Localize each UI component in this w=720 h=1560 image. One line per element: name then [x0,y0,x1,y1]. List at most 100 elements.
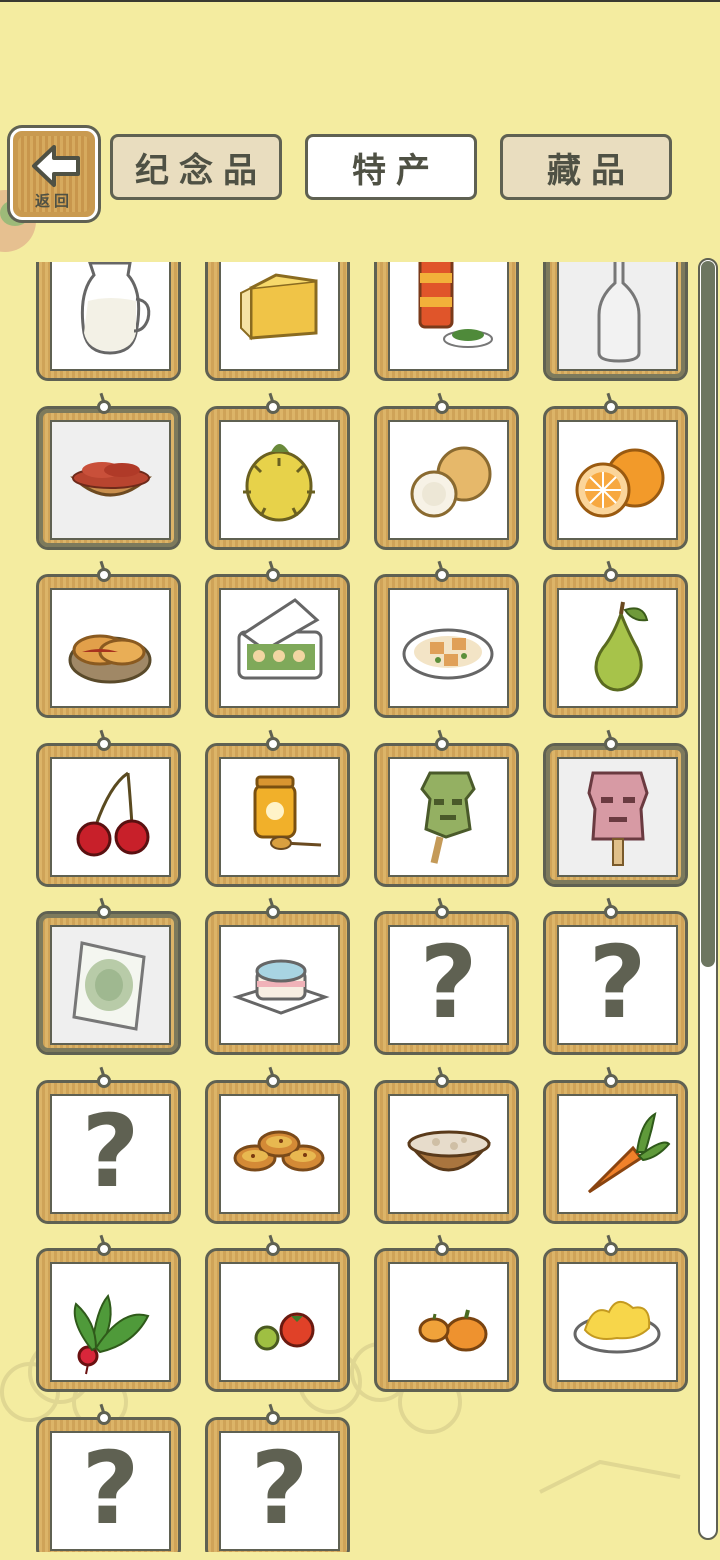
item-card[interactable] [36,737,181,887]
item-card[interactable] [205,262,350,381]
item-card[interactable] [543,1074,688,1224]
item-card[interactable] [36,568,181,718]
back-arrow-icon [32,145,80,187]
item-card-pane [388,588,509,708]
cheese-icon [240,273,318,341]
item-card[interactable] [205,905,350,1055]
pastry-plate-icon [68,634,152,684]
hanging-hook [97,400,111,414]
item-card[interactable] [543,262,688,381]
item-card[interactable] [374,568,519,718]
bento-box-icon [237,598,323,680]
question-mark-icon: ? [588,925,647,1041]
hanging-hook [604,400,618,414]
cherries-icon [76,771,150,857]
item-card-pane [388,1262,509,1382]
hanging-hook [97,568,111,582]
item-card[interactable] [374,1242,519,1392]
item-card[interactable]: ? [36,1074,181,1224]
milk-pitcher-icon [80,262,151,355]
goji-berries-bowl-icon [70,462,152,497]
question-mark-icon: ? [81,1094,140,1210]
hanging-hook [266,737,280,751]
item-card-pane [219,757,340,877]
item-card[interactable]: ? [205,1411,350,1552]
hanging-hook [604,737,618,751]
tofu-dish-icon [402,628,494,680]
hanging-hook [266,1411,280,1425]
item-card-pane [219,1262,340,1382]
scrollbar-thumb[interactable] [701,261,715,967]
porridge-bowl-icon [407,1130,492,1172]
cake-icon [232,959,330,1015]
item-card[interactable] [36,905,181,1055]
question-mark-icon: ? [250,1431,309,1547]
item-card[interactable] [374,1074,519,1224]
item-card[interactable] [205,400,350,550]
item-card[interactable] [543,568,688,718]
item-card-pane: ? [50,1431,171,1551]
item-card[interactable] [374,262,519,381]
tab-specialties[interactable]: 特产 [305,134,477,200]
orange-icon [575,448,665,518]
item-grid[interactable]: ????? [0,262,700,1552]
back-button-label: 返回 [34,192,73,210]
scrollbar-track[interactable] [698,258,718,1540]
hanging-hook [266,400,280,414]
item-card-pane [50,420,171,540]
item-card[interactable] [374,400,519,550]
top-edge [0,0,720,2]
item-card[interactable] [543,400,688,550]
back-button[interactable]: 返回 [10,128,98,220]
tab-label: 纪念品 [135,150,267,191]
item-card-pane: ? [219,1431,340,1551]
item-card[interactable] [543,737,688,887]
item-card-pane [388,262,509,371]
item-card[interactable]: ? [36,1411,181,1552]
hanging-hook [604,1074,618,1088]
item-card-pane [557,262,678,371]
item-card[interactable] [36,400,181,550]
hanging-hook [435,737,449,751]
item-card-pane: ? [388,925,509,1045]
melon-icon [410,446,492,518]
hanging-hook [97,905,111,919]
tea-canister-icon [418,262,493,348]
tab-souvenirs[interactable]: 纪念品 [110,134,282,200]
item-card-pane [557,757,678,877]
tab-label: 藏品 [547,150,635,191]
tab-collectibles[interactable]: 藏品 [500,134,672,200]
snack-bag-icon [72,941,146,1031]
hanging-hook [435,1074,449,1088]
item-card-pane [219,262,340,371]
item-card[interactable] [374,737,519,887]
hanging-hook [97,1242,111,1256]
item-card[interactable]: ? [374,905,519,1055]
item-card-pane [50,588,171,708]
item-card[interactable] [205,737,350,887]
item-card-pane [50,757,171,877]
item-card-pane [50,1262,171,1382]
hanging-hook [435,905,449,919]
item-card[interactable] [543,1242,688,1392]
hanging-hook [435,400,449,414]
item-card-pane [219,925,340,1045]
hanging-hook [97,737,111,751]
item-card-pane [219,588,340,708]
egg-tarts-icon [233,1130,325,1172]
honey-jar-icon [253,775,322,850]
item-card[interactable]: ? [543,905,688,1055]
hanging-hook [435,568,449,582]
hanging-hook [266,905,280,919]
item-card[interactable] [205,1074,350,1224]
hanging-hook [266,1242,280,1256]
hanging-hook [435,1242,449,1256]
item-card[interactable] [36,262,181,381]
item-card-pane [557,588,678,708]
item-card[interactable] [205,1242,350,1392]
item-card-pane [388,757,509,877]
item-card[interactable] [205,568,350,718]
item-card[interactable] [36,1242,181,1392]
item-card-pane [219,1094,340,1214]
bronze-mask-popsicle-icon [420,771,476,864]
